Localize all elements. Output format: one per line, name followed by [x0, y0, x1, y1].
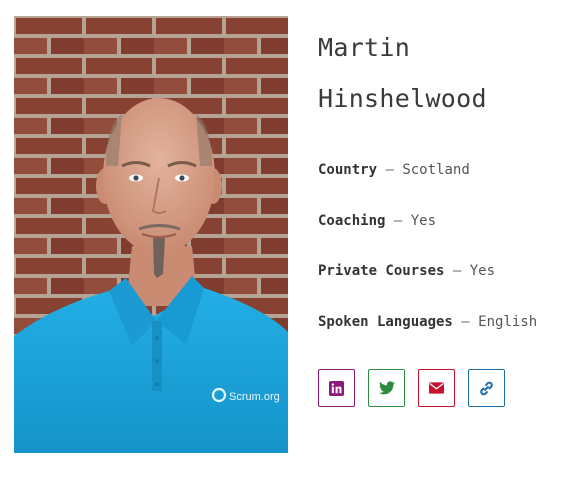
field-value: Yes [410, 212, 437, 229]
profile-info: Martin Hinshelwood Country — Scotland Co… [318, 22, 578, 362]
link-icon [480, 381, 493, 395]
field-country: Country — Scotland [318, 160, 578, 180]
field-value: Scotland [402, 162, 470, 178]
linkedin-button[interactable] [318, 369, 355, 407]
field-separator: — [452, 263, 470, 279]
twitter-button[interactable] [368, 369, 405, 407]
field-label: Spoken Languages [318, 313, 453, 330]
field-separator: — [393, 212, 411, 229]
website-link-button[interactable] [468, 369, 505, 407]
field-label: Country [318, 162, 378, 178]
last-name: Hinshelwood [318, 84, 487, 113]
email-icon [429, 382, 444, 394]
svg-text:Scrum.org: Scrum.org [229, 391, 280, 403]
field-value: Yes [469, 263, 496, 279]
twitter-icon [378, 381, 395, 395]
trainer-name: Martin Hinshelwood [318, 22, 578, 124]
social-links [318, 369, 505, 407]
field-spoken-languages: Spoken Languages — English [318, 312, 578, 332]
email-button[interactable] [418, 369, 455, 407]
field-value: English [478, 313, 538, 330]
linkedin-icon [329, 380, 344, 396]
field-private-courses: Private Courses — Yes [318, 261, 578, 281]
field-separator: — [461, 313, 479, 330]
field-separator: — [385, 162, 403, 178]
profile-photo: Scrum.org [14, 16, 288, 453]
first-name: Martin [318, 33, 411, 62]
profile-fields: Country — Scotland Coaching — Yes Privat… [318, 160, 578, 332]
field-coaching: Coaching — Yes [318, 211, 578, 231]
field-label: Coaching [318, 212, 386, 229]
field-label: Private Courses [318, 263, 445, 279]
